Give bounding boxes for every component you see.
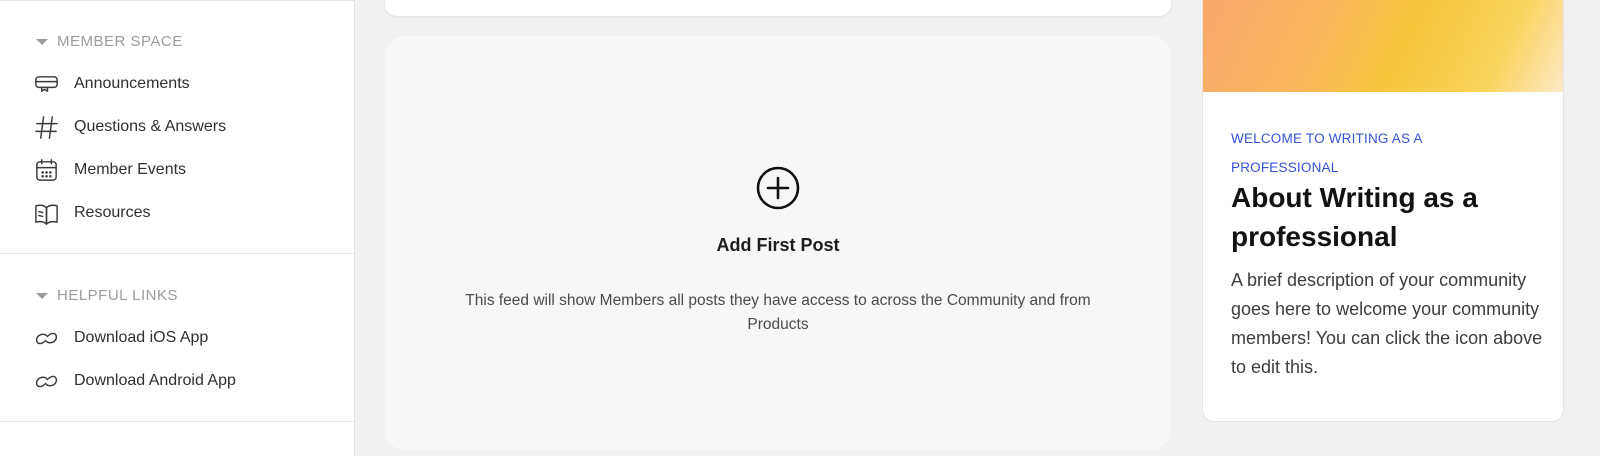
sidebar-item-label: Announcements <box>74 75 190 92</box>
add-first-post-button[interactable] <box>756 166 800 210</box>
member-space-section-header[interactable]: MEMBER SPACE <box>36 33 183 50</box>
about-community-card: WELCOME TO WRITING AS A PROFESSIONAL Abo… <box>1202 0 1564 422</box>
caret-down-icon <box>36 38 48 45</box>
about-title: About Writing as a professional <box>1231 182 1478 252</box>
feed-empty-description: This feed will show Members all posts th… <box>465 292 1091 333</box>
section-divider <box>0 253 355 254</box>
about-eyebrow: WELCOME TO WRITING AS A PROFESSIONAL <box>1231 131 1422 175</box>
sidebar-item-label: Download iOS App <box>74 329 209 346</box>
hashtag-icon <box>32 113 60 141</box>
add-first-post-title: Add First Post <box>716 235 840 255</box>
sidebar-item-member-events[interactable]: Member Events <box>32 156 186 184</box>
helpful-links-title: HELPFUL LINKS <box>57 287 178 304</box>
feed-empty-state: Add First Post This feed will show Membe… <box>385 36 1171 450</box>
sidebar-item-resources[interactable]: Resources <box>32 199 150 227</box>
sidebar: MEMBER SPACE Announcements Questions & A… <box>0 0 355 456</box>
announcement-icon <box>32 70 60 98</box>
sidebar-item-download-ios[interactable]: Download iOS App <box>32 324 208 352</box>
sidebar-item-label: Resources <box>74 204 151 221</box>
member-space-title: MEMBER SPACE <box>57 33 183 50</box>
sidebar-top-divider <box>0 0 355 1</box>
link-icon <box>32 367 60 395</box>
sidebar-item-label: Questions & Answers <box>74 118 227 135</box>
sidebar-item-questions-answers[interactable]: Questions & Answers <box>32 113 226 141</box>
book-icon <box>32 199 60 227</box>
previous-card <box>385 0 1171 16</box>
helpful-links-section-header[interactable]: HELPFUL LINKS <box>36 287 178 304</box>
sidebar-item-label: Download Android App <box>74 372 236 389</box>
about-banner-image[interactable] <box>1203 0 1563 92</box>
caret-down-icon <box>36 292 48 299</box>
calendar-icon <box>32 156 60 184</box>
section-divider <box>0 421 355 422</box>
link-icon <box>32 324 60 352</box>
plus-circle-icon <box>756 166 800 210</box>
sidebar-item-label: Member Events <box>74 161 187 178</box>
about-description: A brief description of your community go… <box>1231 270 1543 377</box>
sidebar-item-announcements[interactable]: Announcements <box>32 70 190 98</box>
sidebar-item-download-android[interactable]: Download Android App <box>32 367 236 395</box>
